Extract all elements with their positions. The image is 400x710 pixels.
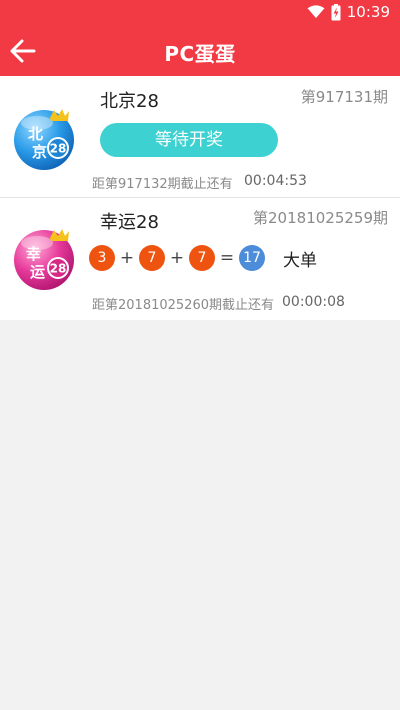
deadline-label: 距第917132期截止还有 [92,177,233,192]
result-ball: 7 [189,245,215,271]
beijing28-logo-char1: 北 [28,125,43,143]
result-ball: 7 [139,245,165,271]
equals-sign: = [219,248,235,268]
waiting-draw-button[interactable]: 等待开奖 [100,123,278,157]
status-icons: 10:39 [307,3,390,21]
status-bar: 10:39 [0,0,400,26]
lucky28-logo: 28 幸 运 [10,224,78,292]
app-bar: PC蛋蛋 [0,26,400,76]
beijing28-logo-number: 28 [50,142,67,156]
result-ball: 3 [89,245,115,271]
draw-result: 3 + 7 + 7 = 17 大单 [89,244,317,272]
countdown-timer: 00:04:53 [244,173,307,189]
issue-number: 第20181025259期 [253,209,388,227]
lottery-list: 28 北 京 北京28 第917131期 等待开奖 距第917132期截止还有 … [0,76,400,320]
result-label: 大单 [283,250,317,271]
plus-sign: + [119,248,135,268]
lottery-name: 北京28 [100,91,159,112]
sum-ball: 17 [239,245,265,271]
lottery-name: 幸运28 [100,212,159,233]
deadline-label: 距第20181025260期截止还有 [92,298,274,313]
lucky28-logo-number: 28 [50,262,67,276]
beijing28-logo-char2: 京 [32,143,47,161]
wifi-icon [307,5,325,19]
countdown-timer: 00:00:08 [282,294,345,310]
battery-charging-icon [331,3,341,21]
page-title: PC蛋蛋 [164,42,236,66]
issue-number: 第917131期 [300,88,388,106]
lottery-card-beijing28[interactable]: 28 北 京 北京28 第917131期 等待开奖 距第917132期截止还有 … [0,76,400,198]
status-time: 10:39 [346,3,390,21]
lottery-card-lucky28[interactable]: 28 幸 运 幸运28 第20181025259期 3 + 7 + 7 = 17… [0,198,400,320]
beijing28-logo: 28 北 京 [10,104,78,172]
lucky28-logo-char1: 幸 [26,245,41,263]
plus-sign: + [169,248,185,268]
lucky28-logo-char2: 运 [30,263,45,281]
